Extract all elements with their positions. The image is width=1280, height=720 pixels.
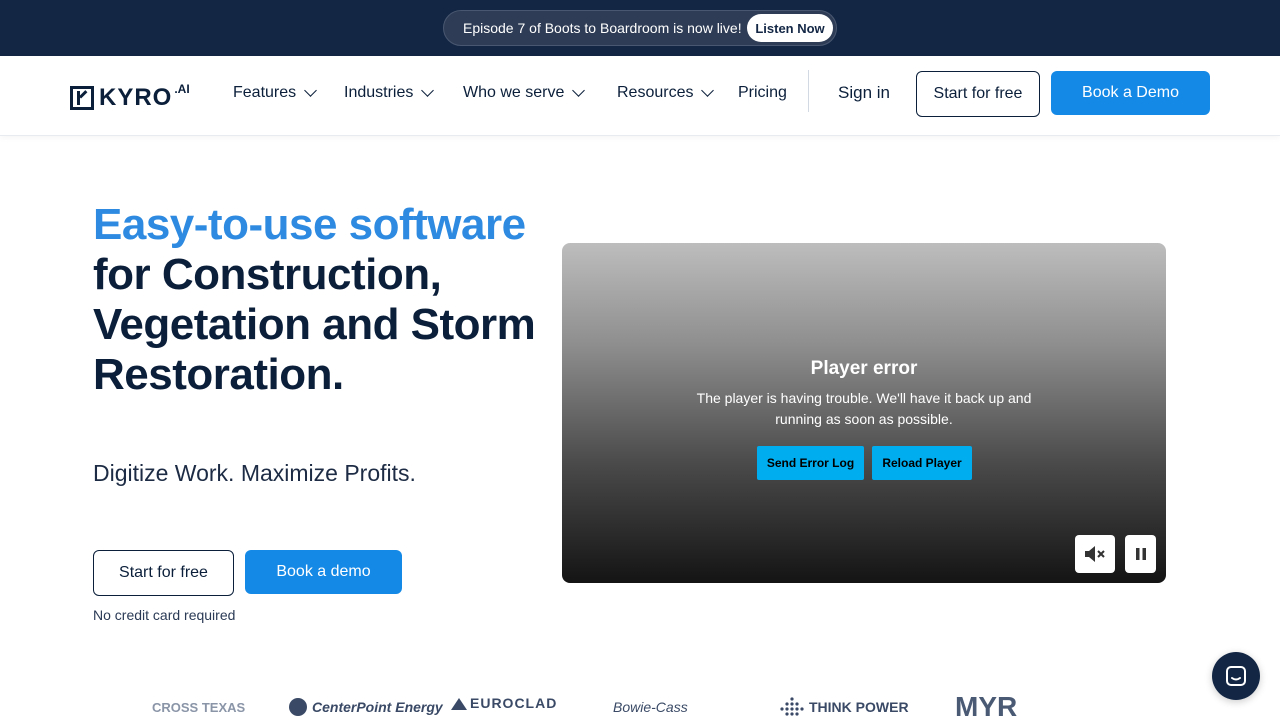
nav-item-label: Industries [344,84,414,101]
video-player[interactable]: Player error The player is having troubl… [562,243,1166,583]
client-logo-cross-texas: CROSS TEXAS [152,699,246,715]
hero-title: Easy-to-use software for Construction, V… [93,200,553,400]
centerpoint-mark-icon [289,698,307,716]
pause-icon [1135,548,1146,560]
euroclad-mark-icon [451,698,467,710]
chevron-down-icon [572,84,586,97]
player-error-message: The player is having trouble. We'll have… [696,390,1032,427]
kyro-logo[interactable]: KYRO .AI [70,76,190,116]
chevron-down-icon [304,84,318,97]
chevron-down-icon [701,84,715,97]
mute-button[interactable] [1075,535,1115,573]
logo-suffix: .AI [174,82,190,96]
think-power-dots-icon [780,697,804,716]
hero-title-accent: Easy-to-use software [93,200,526,249]
nav-item-features[interactable]: Features [233,84,318,102]
nav-start-free-button[interactable]: Start for free [916,71,1040,117]
nav-item-label: Features [233,84,297,101]
nav-item-label: Resources [617,84,694,101]
logo-wordmark: KYRO [99,84,173,111]
client-logo-euroclad: EUROCLAD [451,690,557,716]
announcement-pill: Episode 7 of Boots to Boardroom is now l… [443,10,837,46]
chat-icon [1226,666,1246,686]
client-logo-myr: MYR [955,691,1018,720]
nav-book-demo-button[interactable]: Book a Demo [1051,71,1210,115]
chevron-down-icon [421,84,435,97]
listen-now-button[interactable]: Listen Now [747,14,833,42]
nav-item-industries[interactable]: Industries [344,84,435,102]
main-navbar: KYRO .AI Features Industries Who we serv… [0,56,1280,136]
hero-title-rest: for Construction, Vegetation and Storm R… [93,250,536,399]
client-logo-centerpoint: CenterPoint Energy [288,694,443,720]
player-error-title: Player error [810,358,918,379]
chat-launcher-button[interactable] [1212,652,1260,700]
nav-divider [808,70,809,112]
reload-player-button[interactable]: Reload Player [872,446,972,480]
announcement-bar: Episode 7 of Boots to Boardroom is now l… [0,0,1280,56]
hero-start-free-button[interactable]: Start for free [93,550,234,596]
nav-item-label: Who we serve [463,84,565,101]
announcement-text: Episode 7 of Boots to Boardroom is now l… [463,20,742,36]
nav-item-label: Pricing [738,84,787,101]
nav-item-who-we-serve[interactable]: Who we serve [463,84,586,102]
client-logos-strip: CROSS TEXAS CenterPoint Energy EUROCLAD … [0,688,1280,720]
hero-book-demo-button[interactable]: Book a demo [245,550,402,594]
no-credit-card-note: No credit card required [93,607,236,623]
client-logo-think-power: THINK POWER [778,694,909,720]
kyro-logo-mark-icon [70,86,94,110]
muted-speaker-icon [1085,546,1105,562]
client-logo-bowie-cass: Bowie-Cass [613,699,688,715]
send-error-log-button[interactable]: Send Error Log [757,446,864,480]
nav-item-resources[interactable]: Resources [617,84,715,102]
sign-in-link[interactable]: Sign in [838,83,890,103]
hero-subtitle: Digitize Work. Maximize Profits. [93,460,416,486]
nav-item-pricing[interactable]: Pricing [738,84,787,102]
pause-button[interactable] [1125,535,1156,573]
